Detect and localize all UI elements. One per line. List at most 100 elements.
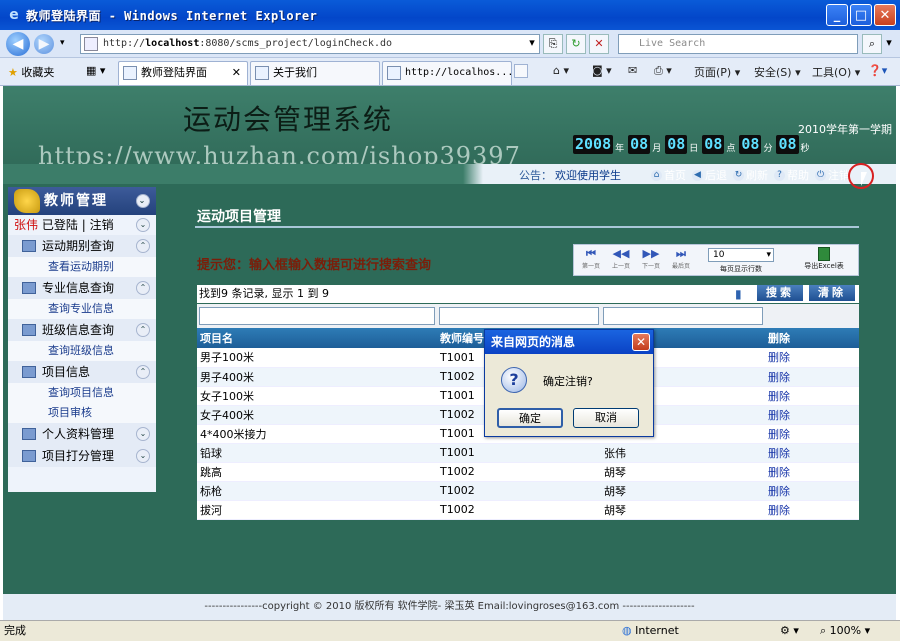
delete-link[interactable]: 删除	[765, 424, 859, 444]
table-row: 拔河 T1002 胡琴 删除	[197, 500, 859, 520]
live-search-input[interactable]: Live Search	[618, 34, 858, 54]
sidebar-group-project-info[interactable]: 项目信息 ⌃	[8, 361, 156, 383]
history-dropdown-icon[interactable]: ▾	[60, 38, 65, 48]
search-options-icon[interactable]: ▾	[882, 34, 896, 54]
delete-link[interactable]: 删除	[765, 386, 859, 406]
safety-menu[interactable]: 安全(S) ▾	[754, 64, 801, 80]
back-link[interactable]: ◀ 后退	[692, 167, 727, 183]
sidebar-group-profile[interactable]: 个人资料管理 ⌄	[8, 423, 156, 445]
next-page-button[interactable]: ▶▶ 下一页	[636, 247, 666, 270]
back-link-label: 后退	[705, 169, 727, 182]
search-button[interactable]: 搜索	[757, 285, 803, 301]
delete-link[interactable]: 删除	[765, 348, 859, 368]
expand-icon[interactable]: ⌄	[136, 427, 150, 441]
prev-page-button[interactable]: ◀◀ 上一页	[606, 247, 636, 270]
sidebar-group-scoring[interactable]: 项目打分管理 ⌄	[8, 445, 156, 467]
delete-link[interactable]: 删除	[765, 367, 859, 387]
sidebar-item-view-period[interactable]: 查看运动期别	[8, 257, 156, 277]
cancel-button[interactable]: 取消	[573, 408, 639, 428]
sidebar-item-query-class[interactable]: 查询班级信息	[8, 341, 156, 361]
globe-icon: ◍	[622, 624, 632, 637]
favorites-button[interactable]: ★ 收藏夹	[8, 64, 54, 80]
delete-link[interactable]: 删除	[765, 462, 859, 482]
url-dropdown-icon[interactable]: ▾	[522, 34, 542, 54]
tab-label: 关于我们	[273, 66, 317, 79]
ok-button[interactable]: 确定	[497, 408, 563, 428]
collapse-icon[interactable]: ⌄	[136, 194, 150, 208]
clear-button[interactable]: 清除	[809, 285, 855, 301]
notice-label: 公告：	[519, 169, 552, 182]
sidebar-item-project-review[interactable]: 项目审核	[8, 403, 156, 423]
forward-arrow-icon[interactable]: ▶	[34, 34, 54, 54]
expand-icon[interactable]: ⌄	[136, 449, 150, 463]
excel-icon	[818, 247, 830, 261]
new-tab-button[interactable]	[514, 64, 528, 78]
export-excel-button[interactable]: 导出Excel表	[796, 247, 852, 271]
maximize-icon[interactable]: □	[850, 4, 872, 26]
sidebar-group-sports-period[interactable]: 运动期别查询 ⌃	[8, 235, 156, 257]
tab-about-us[interactable]: 关于我们	[250, 61, 380, 85]
digital-clock: 2008 年 08 月 08 日 08 点 08 分 08 秒	[573, 135, 812, 154]
delete-link[interactable]: 删除	[765, 481, 859, 501]
col-project-name: 项目名	[197, 328, 437, 348]
sidebar-header[interactable]: 教师管理 ⌄	[8, 187, 156, 215]
delete-link[interactable]: 删除	[765, 443, 859, 463]
mail-icon[interactable]: ✉	[628, 64, 637, 77]
first-page-button[interactable]: ⏮ 第一页	[576, 247, 606, 270]
print-icon[interactable]: ⎙ ▾	[654, 64, 672, 78]
expand-icon[interactable]: ⌃	[136, 323, 150, 337]
close-icon[interactable]: ✕	[874, 4, 896, 26]
minimize-icon[interactable]: _	[826, 4, 848, 26]
dialog-close-icon[interactable]: ✕	[632, 333, 650, 351]
logout-link[interactable]: ⏻ 注销	[815, 167, 850, 183]
quick-tabs-icon[interactable]: ▦ ▾	[86, 64, 105, 77]
group-icon	[22, 324, 36, 336]
expand-icon[interactable]: ⌃	[136, 281, 150, 295]
refresh-link[interactable]: ↻ 刷新	[733, 167, 768, 183]
last-page-button[interactable]: ⏭ 最后页	[666, 247, 696, 270]
zoom-control[interactable]: ⌕ 100% ▾	[820, 621, 870, 641]
sidebar-item-query-project[interactable]: 查询项目信息	[8, 383, 156, 403]
expand-icon[interactable]: ⌃	[136, 239, 150, 253]
tab-localhost[interactable]: http://localhos...	[382, 61, 513, 85]
stop-icon[interactable]: ✕	[589, 34, 609, 54]
search-go-icon[interactable]: ⌕	[862, 34, 882, 54]
tab-close-icon[interactable]: ✕	[232, 62, 241, 84]
filter-third[interactable]	[603, 307, 763, 325]
feeds-icon[interactable]: ◙ ▾	[592, 64, 612, 77]
sidebar-group-class-info[interactable]: 班级信息查询 ⌃	[8, 319, 156, 341]
status-bar: 完成 ◍ Internet ⚙ ▾ ⌕ 100% ▾	[0, 620, 900, 641]
delete-link[interactable]: 删除	[765, 500, 859, 520]
tools-menu[interactable]: 工具(O) ▾	[812, 64, 860, 80]
ie-logo-icon: e	[9, 7, 19, 23]
last-page-label: 最后页	[671, 263, 690, 270]
rows-per-page-select[interactable]: 10	[708, 248, 774, 262]
clock-minute: 08	[739, 135, 762, 154]
teacher-icon	[14, 189, 40, 213]
protected-mode-icon[interactable]: ⚙ ▾	[780, 621, 799, 641]
refresh-page-icon[interactable]: ↻	[566, 34, 586, 54]
group-icon	[22, 428, 36, 440]
home-toolbar-icon[interactable]: ⌂ ▾	[553, 64, 569, 77]
delete-link[interactable]: 删除	[765, 405, 859, 425]
search-hint: 提示您：输入框输入数据可进行搜索查询	[197, 258, 432, 273]
filter-teacher-id[interactable]	[439, 307, 599, 325]
expand-icon[interactable]: ⌃	[136, 365, 150, 379]
help-link[interactable]: ? 帮助	[774, 167, 809, 183]
favorites-star-icon: ★	[8, 66, 18, 79]
filter-project-name[interactable]	[199, 307, 435, 325]
semester-label: 2010学年第一学期	[798, 123, 892, 136]
home-link[interactable]: ⌂ 首页	[651, 167, 686, 183]
user-logout-link[interactable]: 注销	[90, 218, 114, 232]
collapse-icon[interactable]: ⌄	[136, 218, 150, 232]
sidebar-item-query-major[interactable]: 查询专业信息	[8, 299, 156, 319]
window-titlebar: e 教师登陆界面 - Windows Internet Explorer _ □…	[0, 0, 900, 30]
compat-view-icon[interactable]: ⎘	[543, 34, 563, 54]
page-menu[interactable]: 页面(P) ▾	[694, 64, 740, 80]
help-menu-icon[interactable]: ❓▾	[868, 64, 887, 77]
sidebar-group-major-info[interactable]: 专业信息查询 ⌃	[8, 277, 156, 299]
back-arrow-icon[interactable]: ◀	[6, 32, 30, 56]
url-input[interactable]: http://localhost:8080/scms_project/login…	[80, 34, 540, 54]
tab-teacher-login[interactable]: 教师登陆界面 ✕	[118, 61, 248, 85]
user-separator: |	[81, 218, 86, 232]
